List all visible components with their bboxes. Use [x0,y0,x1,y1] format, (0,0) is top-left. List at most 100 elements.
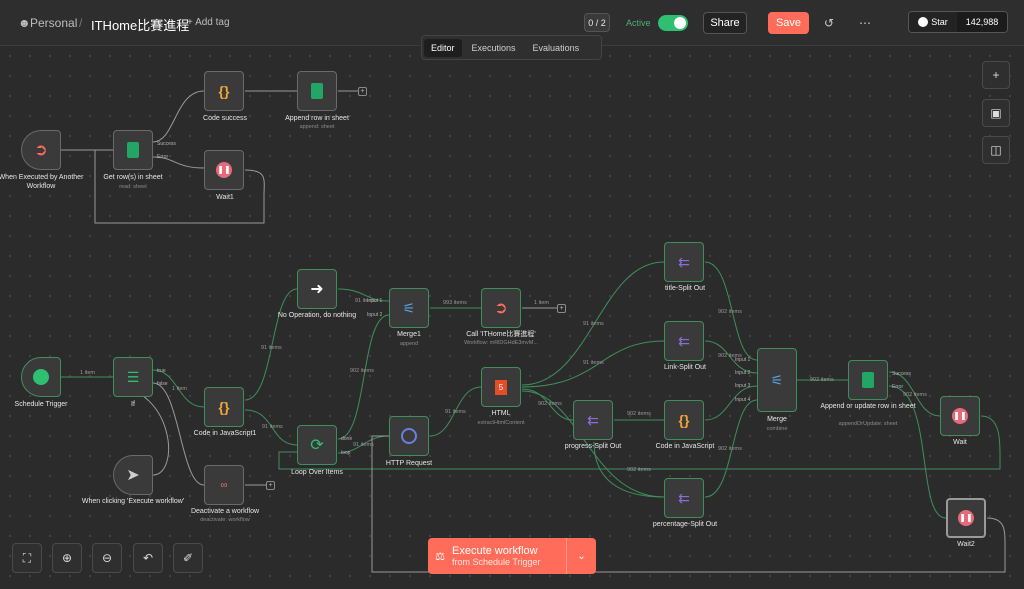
node-sub-append-row: append: sheet [299,124,335,130]
node-code-success[interactable]: {} [204,71,244,111]
tab-editor[interactable]: Editor [424,38,462,57]
edge-label: 91 items [445,409,466,415]
node-code-js1[interactable]: {} [204,387,244,427]
n8n-icon: ∞ [220,479,228,491]
code-braces-icon: {} [218,399,230,415]
node-progress-split[interactable]: ⇇ [573,400,613,440]
node-label-manual: When clicking 'Execute workflow' [81,498,185,505]
node-label-call: Call 'ITHome比賽進程' [466,331,536,338]
share-button[interactable]: Share [703,12,747,34]
port-label-error: Error [892,384,904,390]
add-node-plus-icon[interactable]: + [557,304,566,313]
edge-label: 91 items [262,424,283,430]
edge-label: 902 items [718,353,742,359]
node-http[interactable] [389,416,429,456]
trigger-node-manual[interactable]: ➤ [113,455,153,495]
port-label-true: true [157,368,166,374]
sheets-icon [311,83,323,99]
node-html[interactable]: 5 [481,367,521,407]
note-icon[interactable]: ▣ [982,99,1010,127]
node-merge[interactable]: ⚟ [757,348,797,412]
fit-view-icon[interactable]: ⛶ [12,543,42,573]
tab-evaluations[interactable]: Evaluations [526,39,587,57]
edge-label: 993 items [443,300,467,306]
github-star-widget[interactable]: Star 142,988 [908,11,1008,33]
add-node-plus-icon[interactable]: + [358,87,367,96]
flask-icon: ⚖ [435,550,445,563]
edge-label: 1 item [172,386,187,392]
node-wait2[interactable]: ❚❚ [946,498,986,538]
zoom-in-icon[interactable]: ⊕ [52,543,82,573]
edge-label: 91 items [353,442,374,448]
node-if[interactable]: ☰ [113,357,153,397]
plus-icon[interactable]: + [982,61,1010,89]
node-noop[interactable]: ➜ [297,269,337,309]
globe-icon [401,428,417,444]
trigger-node-when-executed[interactable]: ➲ [21,130,61,170]
node-get-rows[interactable] [113,130,153,170]
port-label-input4: Input 4 [735,397,751,403]
panel-icon[interactable]: ◫ [982,136,1010,164]
node-deactivate[interactable]: ∞ [204,465,244,505]
node-merge1[interactable]: ⚟ [389,288,429,328]
node-label-code-js1: Code in JavaScript1 [193,430,257,437]
execute-label: Execute workflow [452,545,538,557]
zoom-out-icon[interactable]: ⊖ [92,543,122,573]
clock-icon [33,369,49,385]
add-node-plus-icon[interactable]: + [266,481,275,490]
sheets-icon [862,372,874,388]
workflow-counter: 0 / 2 [584,13,610,32]
node-sub-call: Workflow: mRlDGHdE3mvM... [464,340,538,346]
cursor-icon: ➤ [126,467,140,484]
active-toggle[interactable] [658,15,688,31]
port-label-success: Success [892,371,911,377]
port-label-input2: Input 2 [367,312,383,318]
edge-label: 91 items [583,321,604,327]
pause-icon: ❚❚ [958,510,974,526]
node-sub-append-update: appendOrUpdate: sheet [838,421,898,427]
node-code-js[interactable]: {} [664,400,704,440]
node-wait1[interactable]: ❚❚ [204,150,244,190]
node-label-percentage-split: percentage-Split Out [652,521,718,528]
edge-label: 1 item [534,300,549,306]
breadcrumb-separator: / [79,16,83,30]
history-icon[interactable]: ↺ [820,13,838,33]
node-append-update[interactable] [848,360,888,400]
github-star-label: Star [931,17,948,27]
exit-icon: ➲ [34,142,48,159]
node-percentage-split[interactable]: ⇇ [664,478,704,518]
code-braces-icon: {} [678,412,690,428]
node-label-append-update: Append or update row in sheet [820,403,916,410]
node-label-wait1: Wait1 [216,194,234,201]
undo-icon[interactable]: ↶ [133,543,163,573]
github-star-count: 142,988 [957,12,1007,32]
edge-label: 902 items [903,392,927,398]
code-braces-icon: {} [218,83,230,99]
workflow-title[interactable]: ITHome比賽進程 [91,15,189,34]
node-label-loop: Loop Over Items [291,469,343,476]
chevron-down-icon[interactable]: ⌄ [566,538,596,574]
github-icon [918,17,929,27]
more-icon[interactable]: ⋯ [856,13,874,33]
node-title-split[interactable]: ⇇ [664,242,704,282]
node-label-append-row: Append row in sheet [285,115,349,122]
active-label: Active [626,18,651,28]
node-label-wait2: Wait2 [957,541,975,548]
edge-label: 902 items [350,368,374,374]
edge-label: 91 items [355,298,376,304]
tab-executions[interactable]: Executions [465,39,523,57]
breadcrumb-workspace[interactable]: Personal [30,16,77,30]
trigger-node-schedule[interactable] [21,357,61,397]
pause-icon: ❚❚ [216,162,232,178]
add-tag-link[interactable]: + Add tag [187,17,230,28]
clean-icon[interactable]: ✐ [173,543,203,573]
node-loop[interactable]: ⟳ [297,425,337,465]
node-call-workflow[interactable]: ➲ [481,288,521,328]
node-link-split[interactable]: ⇇ [664,321,704,361]
execute-workflow-button[interactable]: ⚖ Execute workflow from Schedule Trigger… [428,538,596,574]
node-wait[interactable]: ❚❚ [940,396,980,436]
node-append-row[interactable] [297,71,337,111]
save-button[interactable]: Save [768,12,809,34]
loop-icon: ⟳ [310,437,324,454]
node-label-title-split: title-Split Out [664,285,706,292]
